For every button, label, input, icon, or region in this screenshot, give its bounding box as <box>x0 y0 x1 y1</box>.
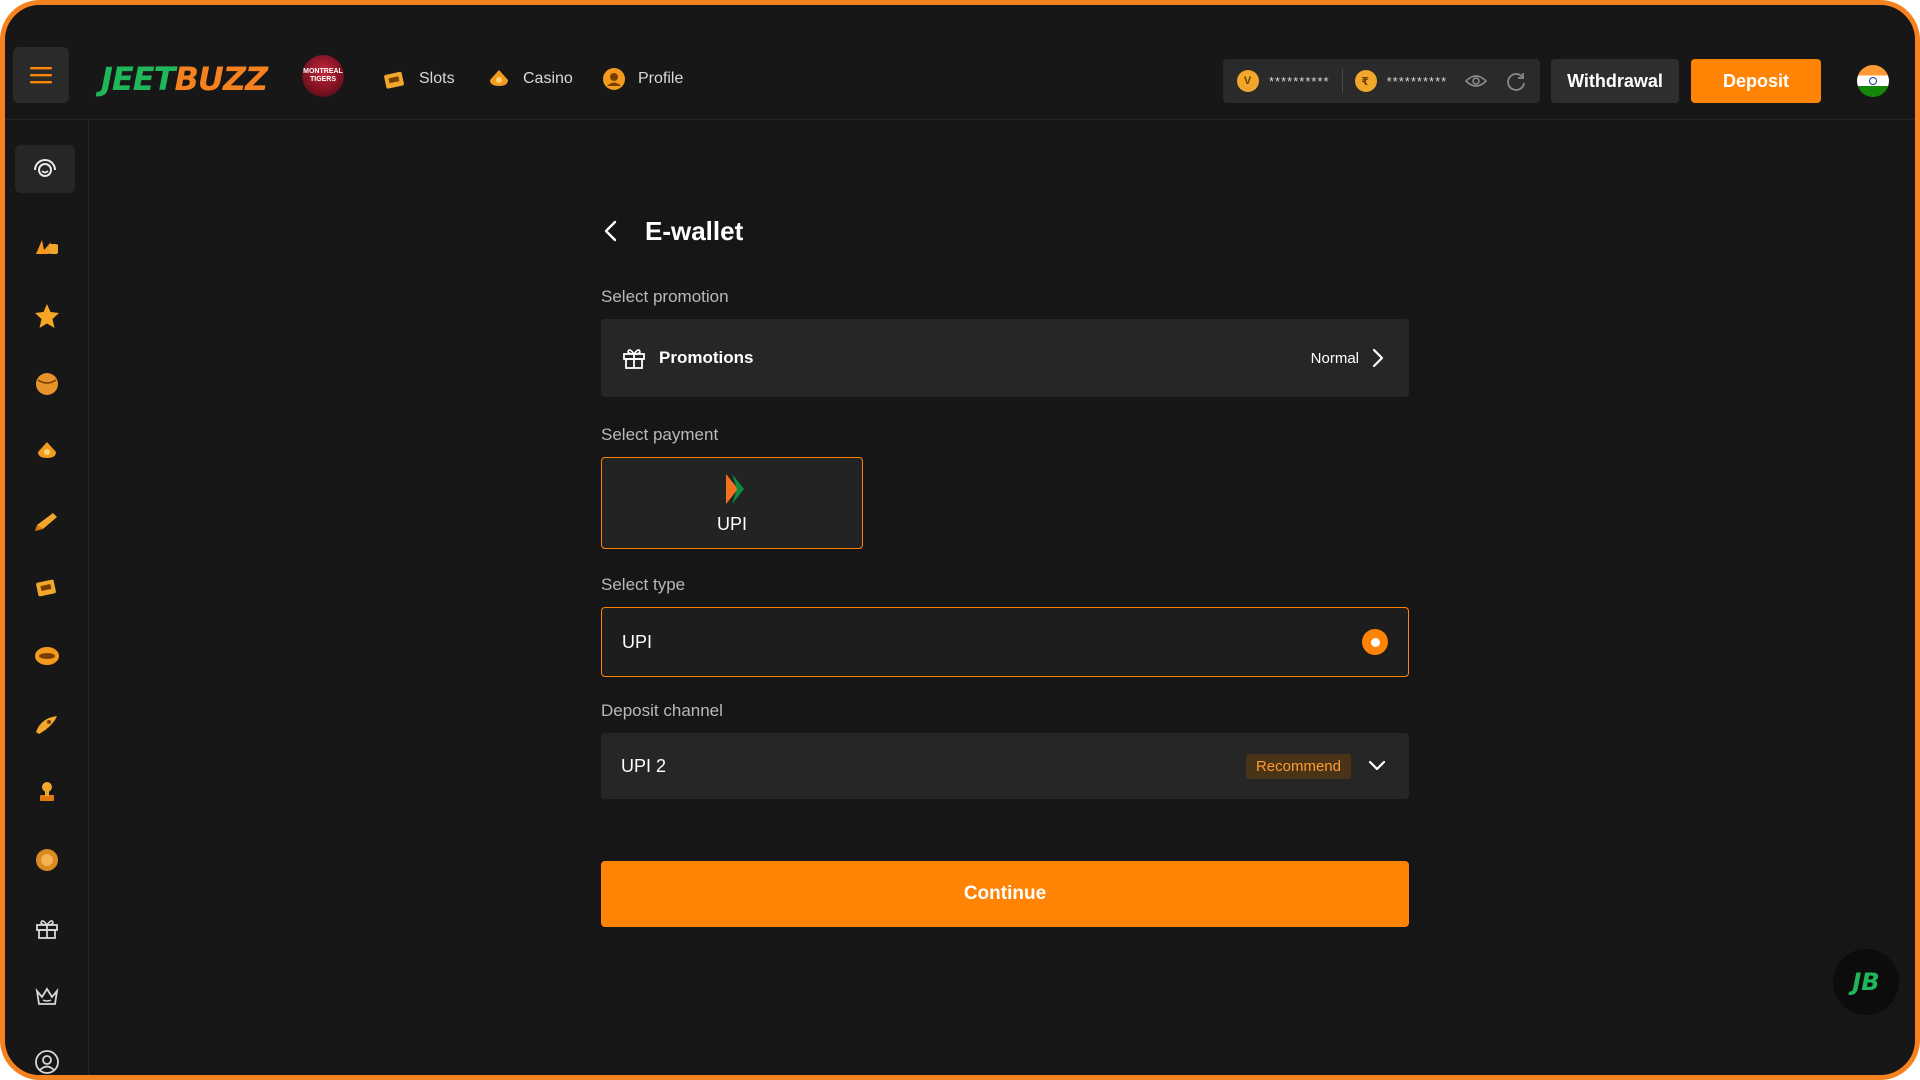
hamburger-menu-button[interactable] <box>13 47 69 103</box>
floating-jb-button[interactable]: JB <box>1833 949 1899 1015</box>
page-header: E-wallet <box>601 205 1409 257</box>
promotions-value-group: Normal <box>1311 347 1385 369</box>
slots-icon <box>383 67 407 91</box>
sidebar-item-referral[interactable] <box>25 1040 69 1075</box>
chevron-left-icon <box>604 220 617 242</box>
sidebar-item-jb[interactable] <box>25 226 69 270</box>
main-balance: V ********** <box>1237 70 1330 92</box>
gift-icon <box>36 920 58 939</box>
jb-icon <box>36 240 58 254</box>
balance-divider <box>1341 69 1343 93</box>
sidebar-item-casino[interactable] <box>25 430 69 474</box>
promotions-value: Normal <box>1310 349 1359 367</box>
recommend-badge: Recommend <box>1245 753 1351 779</box>
sidebar <box>5 120 89 1075</box>
casino-spade-icon <box>38 442 56 458</box>
sidebar-item-vip[interactable] <box>25 974 69 1018</box>
payment-option-label: UPI <box>716 513 747 534</box>
slots-icon <box>36 579 56 597</box>
chevron-right-icon <box>1372 348 1384 368</box>
sidebar-item-slots[interactable] <box>25 566 69 610</box>
sidebar-item-crash[interactable] <box>25 702 69 746</box>
sidebar-item-sports[interactable] <box>25 362 69 406</box>
type-option-label: UPI <box>622 631 653 652</box>
fish-icon <box>35 513 57 531</box>
sidebar-item-table[interactable] <box>25 634 69 678</box>
table-game-icon <box>35 647 59 665</box>
coin-icon <box>36 849 58 871</box>
sidebar-item-coin[interactable] <box>25 838 69 882</box>
sidebar-item-support[interactable] <box>15 145 75 193</box>
withdrawal-button[interactable]: Withdrawal <box>1551 59 1679 103</box>
sidebar-item-promotions[interactable] <box>25 906 69 950</box>
upi-logo-icon <box>726 473 744 504</box>
sports-ball-icon <box>36 373 58 395</box>
promotion-section-label: Select promotion <box>601 287 729 306</box>
type-option-upi[interactable]: UPI <box>601 607 1409 677</box>
promotions-selector[interactable]: Promotions Normal <box>601 319 1409 397</box>
chevron-down-icon <box>1368 760 1386 771</box>
nav-slots[interactable]: Slots <box>383 67 455 91</box>
nav-casino[interactable]: Casino <box>487 67 573 91</box>
deposit-channel-dropdown[interactable]: UPI 2 Recommend <box>601 733 1409 799</box>
hamburger-icon <box>30 67 52 84</box>
ewallet-form: E-wallet Select promotion Promotions Nor… <box>601 205 1409 927</box>
top-bar: JEET BUZZ MONTREAL TIGERS Slots Casino Pr… <box>5 5 1915 120</box>
casino-icon <box>487 67 511 91</box>
app-frame: JEET BUZZ MONTREAL TIGERS Slots Casino Pr… <box>0 0 1920 1080</box>
vp-coin-icon: V <box>1237 70 1259 92</box>
rupee-coin-icon: ₹ <box>1354 70 1377 92</box>
nav-casino-label: Casino <box>523 70 573 87</box>
crash-rocket-icon <box>36 716 57 734</box>
type-section-label: Select type <box>601 575 686 594</box>
payment-option-upi[interactable]: UPI <box>601 457 863 549</box>
continue-button[interactable]: Continue <box>601 861 1409 927</box>
gift-icon <box>623 349 645 369</box>
page-title: E-wallet <box>645 215 744 246</box>
sidebar-item-favorites[interactable] <box>25 294 69 338</box>
deposit-button[interactable]: Deposit <box>1691 59 1821 103</box>
payment-section-label: Select payment <box>601 425 719 444</box>
radio-selected[interactable] <box>1362 629 1388 655</box>
balance-panel: V ********** ₹ ********** <box>1223 59 1540 103</box>
support-icon <box>34 159 56 177</box>
nav-profile[interactable]: Profile <box>602 67 683 91</box>
channel-value: UPI 2 <box>621 755 667 776</box>
sidebar-item-lottery[interactable] <box>25 770 69 814</box>
nav-profile-label: Profile <box>638 70 684 87</box>
eye-icon[interactable] <box>1465 73 1488 89</box>
referral-icon <box>35 1050 59 1074</box>
india-flag-icon[interactable] <box>1857 65 1889 97</box>
nav-slots-label: Slots <box>419 70 455 87</box>
jeetbuzz-logo[interactable]: JEET BUZZ <box>101 57 268 101</box>
star-icon <box>35 304 59 328</box>
lottery-icon <box>40 782 54 801</box>
profile-icon <box>602 67 626 91</box>
float-logo-text: JB <box>1852 968 1880 996</box>
channel-section-label: Deposit channel <box>601 701 723 720</box>
refresh-icon[interactable] <box>1505 70 1527 92</box>
vip-crown-icon <box>35 987 59 1005</box>
montreal-tigers-badge[interactable]: MONTREAL TIGERS <box>302 55 344 97</box>
sidebar-item-fishing[interactable] <box>25 498 69 542</box>
promotions-title: Promotions <box>659 348 754 367</box>
back-button[interactable] <box>601 219 621 243</box>
rupee-balance: ₹ ********** <box>1354 70 1448 92</box>
flag-chakra <box>1869 77 1877 85</box>
radio-dot <box>1370 637 1380 647</box>
